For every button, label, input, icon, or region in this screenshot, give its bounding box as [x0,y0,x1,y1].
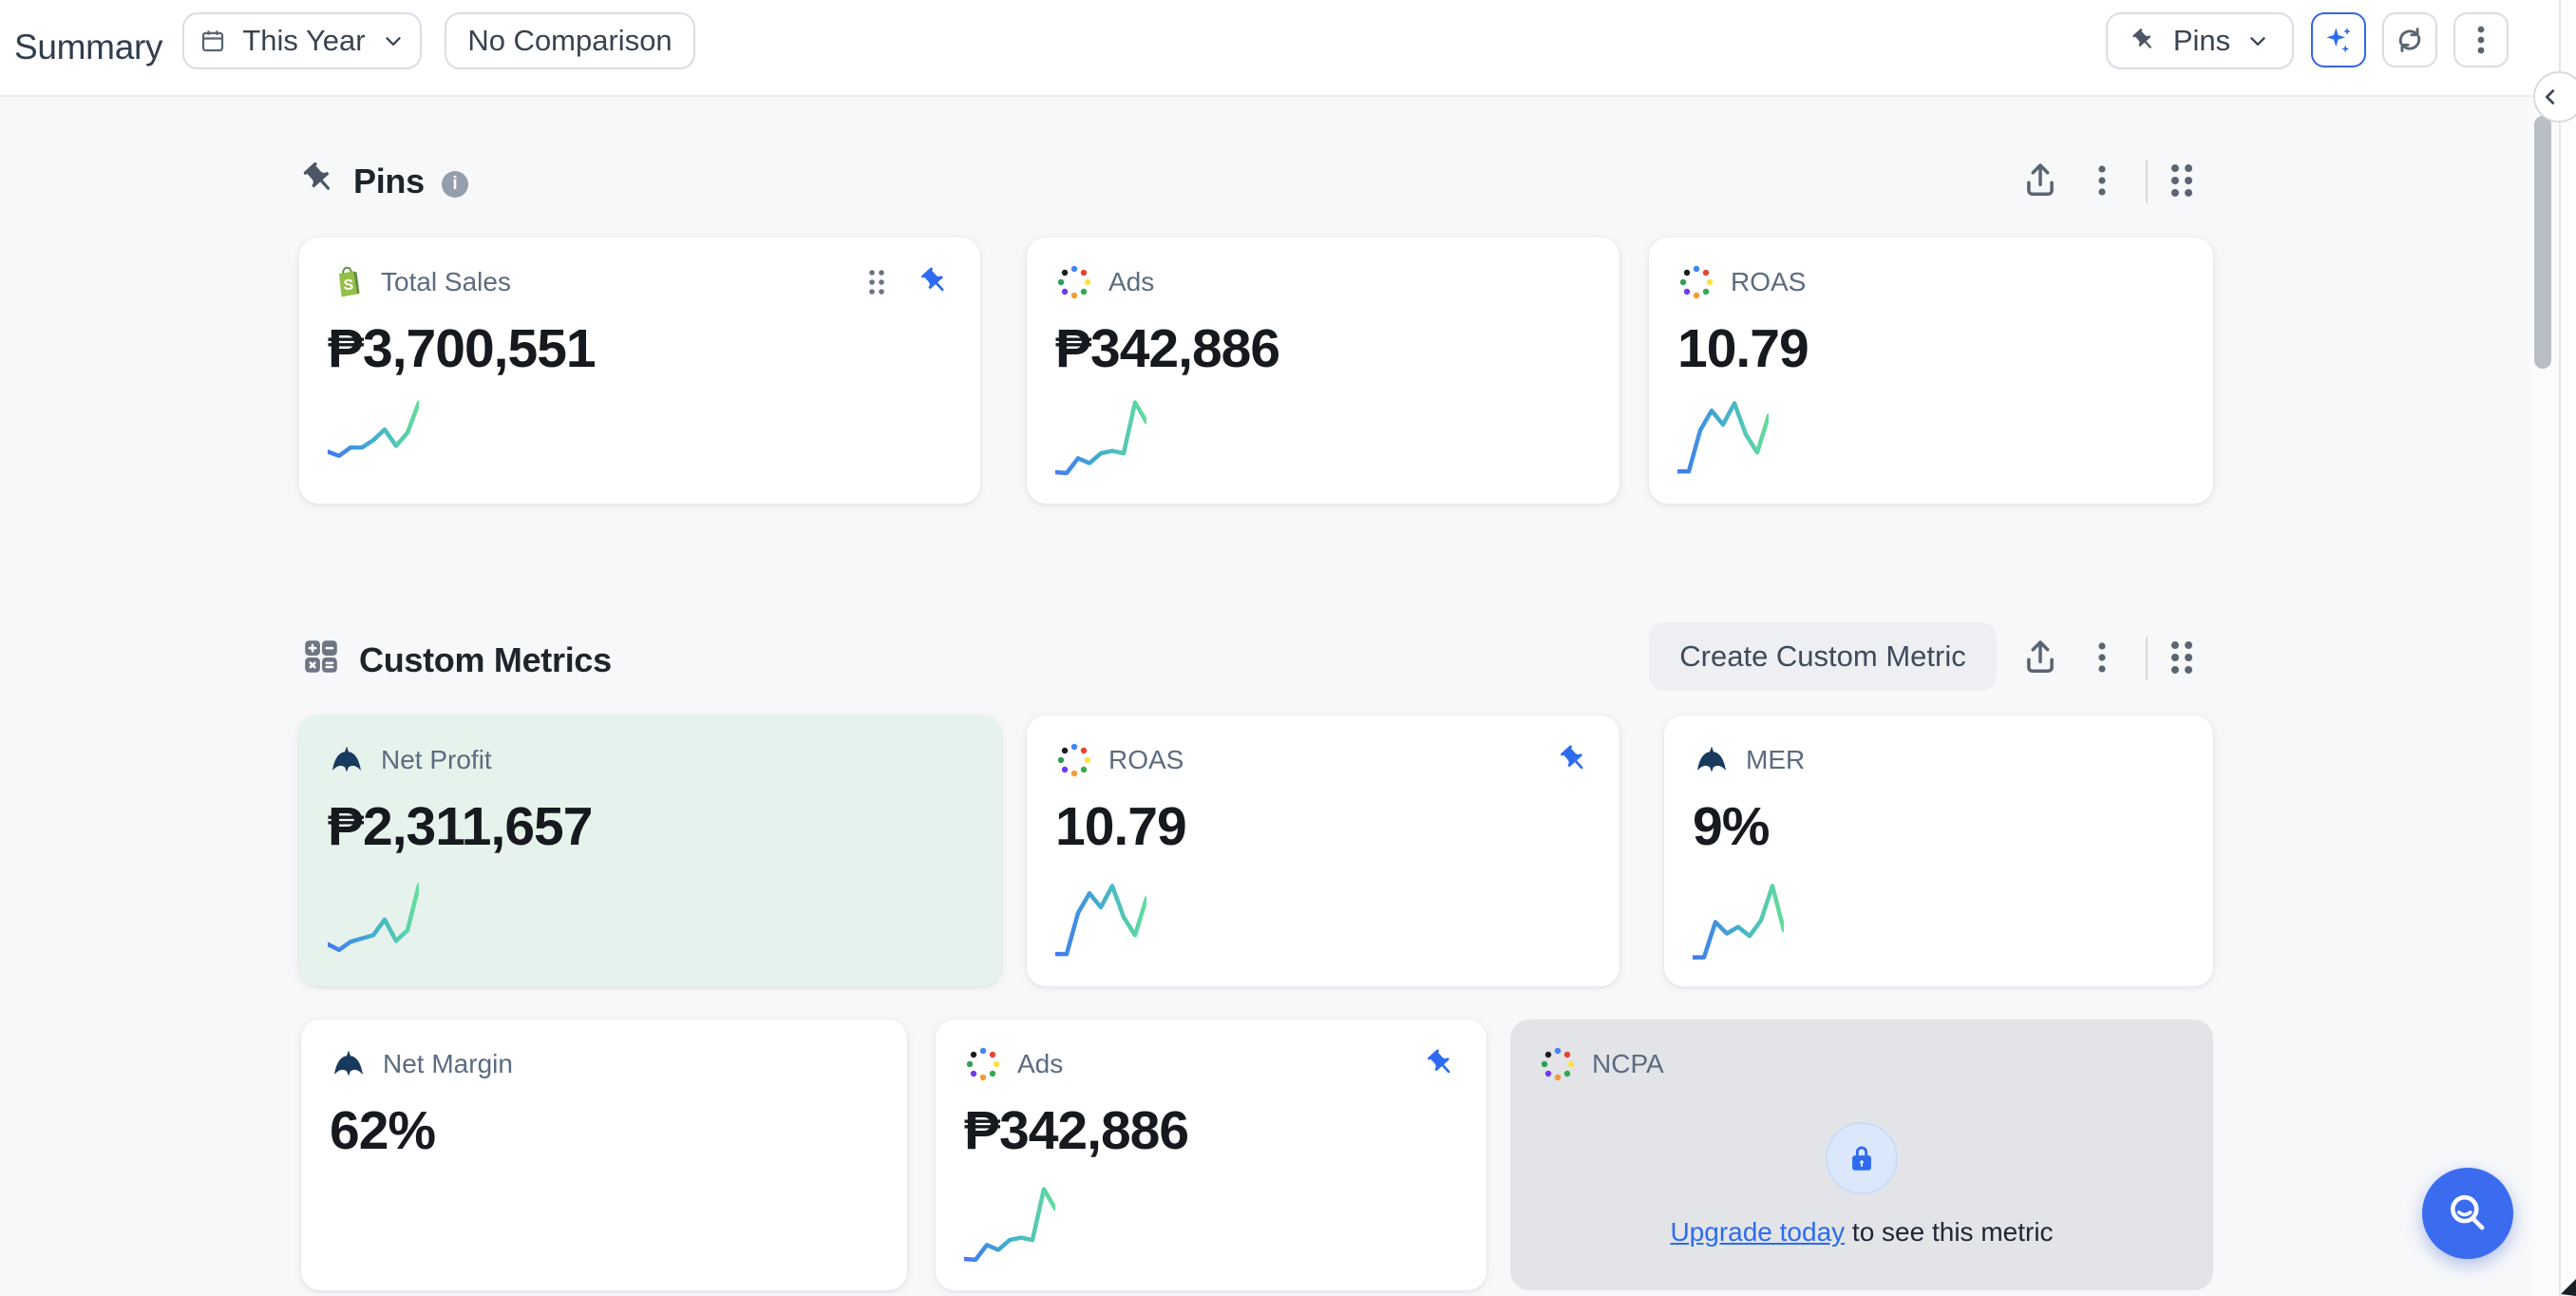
sparkline [328,390,419,481]
assistant-search-button[interactable] [2422,1168,2513,1259]
comparison-button[interactable]: No Comparison [445,12,695,69]
ai-assistant-button[interactable] [2311,12,2366,67]
metric-card-ads: Ads ₱342,886 [1027,238,1619,504]
pin-icon [299,160,339,200]
card-value: ₱342,886 [1055,317,1591,380]
card-label: Ads [1017,1049,1063,1079]
shopify-icon: S [328,263,366,301]
sparkline [1055,872,1146,963]
metric-card-ads-custom: Ads ₱342,886 [936,1020,1487,1290]
upgrade-link[interactable]: Upgrade today [1670,1217,1845,1247]
metric-card-ncpa-locked: NCPA Upgrade today to see this metric [1510,1020,2213,1290]
card-label: Net Profit [381,745,492,775]
card-label: ROAS [1731,267,1806,297]
pin-icon [2130,27,2158,55]
export-icon[interactable] [2019,160,2061,201]
card-value: ₱2,311,657 [328,795,973,858]
chevron-down-icon [2245,29,2270,53]
channels-icon [1055,263,1093,301]
metric-card-mer: MER 9% [1664,715,2213,986]
sparkline [328,872,419,963]
sparkline [964,1176,1055,1267]
divider [2146,637,2148,680]
collapsed-side-panel [2559,0,2576,1296]
date-range-label: This Year [242,24,365,58]
info-icon[interactable]: i [442,171,468,198]
card-value: 62% [330,1099,879,1162]
pin-icon[interactable] [1557,743,1591,777]
metric-card-net-profit: Net Profit ₱2,311,657 [299,715,1001,986]
drag-grid-icon[interactable] [2163,638,2201,677]
channels-icon [964,1045,1002,1083]
page-title: Summary [14,0,162,95]
calculator-icon [301,637,341,677]
metric-card-net-margin: Net Margin 62% [301,1020,907,1290]
sparkline [1693,872,1784,963]
custom-metrics-title: Custom Metrics [359,640,612,680]
upgrade-message: Upgrade today to see this metric [1510,1217,2213,1248]
card-value: ₱3,700,551 [328,317,952,380]
drag-handle-icon[interactable] [864,268,889,296]
date-range-button[interactable]: This Year [182,12,422,69]
card-value: ₱342,886 [964,1099,1458,1162]
pins-dropdown-button[interactable]: Pins [2106,12,2294,69]
refresh-icon [2394,24,2426,56]
calendar-icon [199,27,227,55]
mouse-cursor [2555,1275,2576,1296]
refresh-button[interactable] [2382,12,2437,67]
export-icon[interactable] [2019,637,2061,678]
pin-icon[interactable] [1424,1047,1458,1081]
channels-icon [1677,263,1715,301]
card-label: Net Margin [383,1049,513,1079]
card-value: 10.79 [1677,317,2185,380]
kebab-icon [2467,24,2495,56]
topbar: Summary This Year No Comparison Pins [0,0,2576,97]
pins-section-title: Pinsi [353,162,468,201]
chevron-left-icon [2540,86,2561,107]
sparkline [1677,390,1769,481]
card-label: ROAS [1108,745,1184,775]
card-label: Ads [1108,267,1154,297]
triple-whale-icon [1693,741,1731,779]
pin-icon[interactable] [918,265,952,299]
sparkle-icon [2321,23,2356,57]
channels-icon [1539,1045,1577,1083]
kebab-icon[interactable] [2088,640,2116,675]
metric-card-total-sales: S Total Sales ₱3,700,551 [299,238,980,504]
panel-collapse-button[interactable] [2533,71,2576,123]
chevron-down-icon [381,29,406,53]
card-label: MER [1746,745,1805,775]
channels-icon [1055,741,1093,779]
scrollbar-thumb[interactable] [2534,116,2551,369]
triple-whale-icon [330,1045,368,1083]
search-icon [2443,1189,2492,1238]
divider [2146,160,2148,203]
drag-grid-icon[interactable] [2163,162,2201,200]
card-value: 10.79 [1055,795,1591,858]
metric-card-roas-custom: ROAS 10.79 [1027,715,1619,986]
card-label: NCPA [1592,1049,1664,1079]
create-custom-metric-button[interactable]: Create Custom Metric [1649,622,1997,691]
triple-whale-icon [328,741,366,779]
sparkline [1055,390,1146,481]
card-value: 9% [1693,795,2185,858]
metric-card-roas: ROAS 10.79 [1649,238,2213,504]
comparison-label: No Comparison [467,24,672,58]
pins-dropdown-label: Pins [2173,24,2230,58]
card-label: Total Sales [381,267,511,297]
svg-text:S: S [344,277,354,294]
kebab-icon[interactable] [2088,163,2116,198]
lock-icon [1826,1122,1898,1194]
more-options-button[interactable] [2453,12,2509,67]
